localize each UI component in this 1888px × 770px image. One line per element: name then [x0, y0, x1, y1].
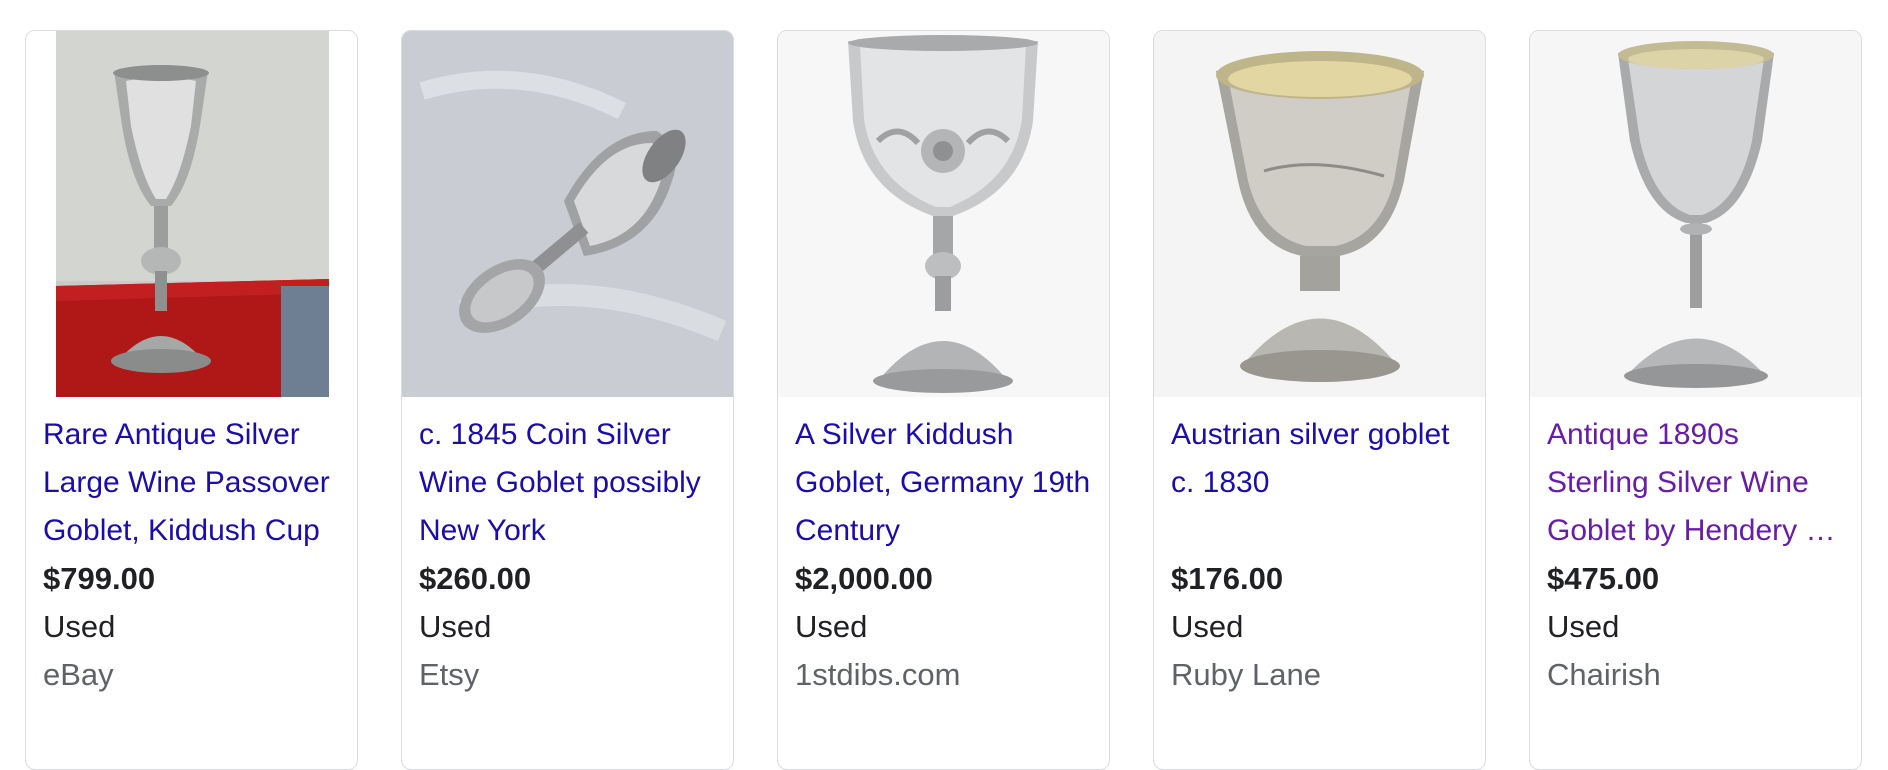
- product-store: Ruby Lane: [1171, 657, 1321, 692]
- product-title-link[interactable]: Rare Antique Silver Large Wine Passover …: [43, 411, 340, 555]
- product-card[interactable]: Antique 1890s Sterling Silver Wine Goble…: [1529, 30, 1862, 770]
- product-image[interactable]: [1530, 31, 1861, 397]
- product-title-link[interactable]: Austrian silver goblet c. 1830: [1171, 411, 1468, 555]
- product-store: Etsy: [419, 657, 480, 692]
- product-title-link[interactable]: c. 1845 Coin Silver Wine Goblet possibly…: [419, 411, 716, 555]
- product-condition: Used: [419, 609, 492, 644]
- product-image[interactable]: [778, 31, 1109, 397]
- goblet-photo-3: [778, 31, 1109, 397]
- product-price: $2,000.00: [795, 561, 933, 596]
- product-card[interactable]: c. 1845 Coin Silver Wine Goblet possibly…: [401, 30, 734, 770]
- goblet-photo-4: [1154, 31, 1485, 397]
- product-card[interactable]: Rare Antique Silver Large Wine Passover …: [25, 30, 358, 770]
- product-store: eBay: [43, 657, 114, 692]
- product-image[interactable]: [1154, 31, 1485, 397]
- product-image[interactable]: [402, 31, 733, 397]
- product-store: Chairish: [1547, 657, 1661, 692]
- product-price: $260.00: [419, 561, 532, 596]
- product-card[interactable]: A Silver Kiddush Goblet, Germany 19th Ce…: [777, 30, 1110, 770]
- product-store: 1stdibs.com: [795, 657, 961, 692]
- product-price: $799.00: [43, 561, 156, 596]
- product-condition: Used: [1171, 609, 1244, 644]
- goblet-photo-5: [1530, 31, 1861, 397]
- goblet-photo-1: [26, 31, 357, 397]
- product-results-row: Rare Antique Silver Large Wine Passover …: [0, 0, 1888, 770]
- product-condition: Used: [795, 609, 868, 644]
- product-card[interactable]: Austrian silver goblet c. 1830 $176.00 U…: [1153, 30, 1486, 770]
- product-title-link[interactable]: A Silver Kiddush Goblet, Germany 19th Ce…: [795, 411, 1092, 555]
- product-title-link[interactable]: Antique 1890s Sterling Silver Wine Goble…: [1547, 411, 1844, 555]
- product-condition: Used: [43, 609, 116, 644]
- product-price: $176.00: [1171, 561, 1284, 596]
- product-price: $475.00: [1547, 561, 1660, 596]
- product-image[interactable]: [26, 31, 357, 397]
- product-condition: Used: [1547, 609, 1620, 644]
- goblet-photo-2: [402, 31, 733, 397]
